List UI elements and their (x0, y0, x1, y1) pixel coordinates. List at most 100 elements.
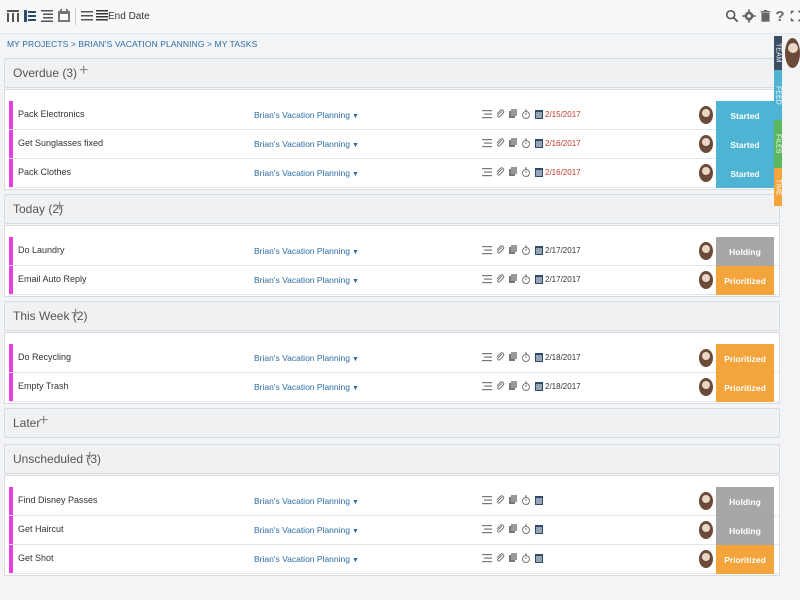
task-name[interactable]: Do Recycling (18, 352, 71, 362)
subtasks-icon[interactable] (482, 381, 492, 391)
trash-icon[interactable] (757, 8, 773, 24)
task-name[interactable]: Get Shot (18, 553, 54, 563)
calendar-icon[interactable] (534, 167, 544, 177)
task-row[interactable]: Find Disney Passes Brian's Vacation Plann… (9, 487, 779, 516)
status-badge[interactable]: Prioritized (716, 373, 774, 402)
assignee-avatar[interactable] (699, 550, 713, 568)
assignee-avatar[interactable] (699, 106, 713, 124)
task-name[interactable]: Empty Trash (18, 381, 69, 391)
status-badge[interactable]: Prioritized (716, 545, 774, 574)
timer-icon[interactable] (521, 245, 531, 255)
attachment-icon[interactable] (495, 274, 505, 284)
task-name[interactable]: Get Haircut (18, 524, 64, 534)
section-header[interactable]: Unscheduled (3) + (4, 444, 780, 474)
assignee-avatar[interactable] (699, 271, 713, 289)
attachment-icon[interactable] (495, 109, 505, 119)
assignee-avatar[interactable] (699, 378, 713, 396)
project-dropdown[interactable]: Brian's Vacation Planning ▼ (254, 275, 359, 285)
breadcrumb-my-tasks[interactable]: MY TASKS (215, 39, 258, 49)
breadcrumb-my-projects[interactable]: MY PROJECTS (7, 39, 68, 49)
attachment-icon[interactable] (495, 495, 505, 505)
notes-icon[interactable] (508, 381, 518, 391)
due-date[interactable]: 2/15/2017 (545, 110, 581, 119)
timer-icon[interactable] (521, 109, 531, 119)
subtasks-icon[interactable] (482, 352, 492, 362)
status-badge[interactable]: Prioritized (716, 266, 774, 295)
project-dropdown[interactable]: Brian's Vacation Planning ▼ (254, 110, 359, 120)
timer-icon[interactable] (521, 381, 531, 391)
subtasks-icon[interactable] (482, 167, 492, 177)
task-row[interactable]: Do Laundry Brian's Vacation Planning ▼ 2/17… (9, 237, 779, 266)
notes-icon[interactable] (508, 245, 518, 255)
list-view-icon[interactable] (22, 9, 38, 23)
calendar-icon[interactable] (534, 495, 544, 505)
attachment-icon[interactable] (495, 138, 505, 148)
status-badge[interactable]: Started (716, 159, 774, 188)
notes-icon[interactable] (508, 352, 518, 362)
timer-icon[interactable] (521, 524, 531, 534)
project-dropdown[interactable]: Brian's Vacation Planning ▼ (254, 168, 359, 178)
notes-icon[interactable] (508, 138, 518, 148)
due-date[interactable]: 2/18/2017 (545, 382, 581, 391)
assignee-avatar[interactable] (699, 521, 713, 539)
task-row[interactable]: Email Auto Reply Brian's Vacation Plannin… (9, 266, 779, 295)
task-row[interactable]: Pack Electronics Brian's Vacation Plannin… (9, 101, 779, 130)
sort-label[interactable]: End Date (108, 11, 150, 22)
user-avatar[interactable] (785, 38, 800, 68)
status-badge[interactable]: Started (716, 101, 774, 130)
task-name[interactable]: Pack Clothes (18, 167, 71, 177)
timer-icon[interactable] (521, 495, 531, 505)
section-header[interactable]: Later + (4, 408, 780, 438)
add-task-button[interactable]: + (39, 413, 48, 429)
task-name[interactable]: Do Laundry (18, 245, 65, 255)
tab-team[interactable]: TEAM (774, 36, 782, 70)
section-header[interactable]: This Week (2) + (4, 301, 780, 331)
add-task-button[interactable]: + (85, 449, 94, 465)
tab-files[interactable]: FILES (774, 120, 782, 168)
notes-icon[interactable] (508, 553, 518, 563)
expand-icon[interactable] (788, 8, 800, 24)
group-view-icon[interactable] (79, 9, 95, 23)
due-date[interactable]: 2/17/2017 (545, 246, 581, 255)
timer-icon[interactable] (521, 352, 531, 362)
notes-icon[interactable] (508, 109, 518, 119)
timer-icon[interactable] (521, 274, 531, 284)
subtasks-icon[interactable] (482, 524, 492, 534)
task-row[interactable]: Empty Trash Brian's Vacation Planning ▼ 2/1… (9, 373, 779, 402)
calendar-view-icon[interactable] (56, 9, 72, 23)
attachment-icon[interactable] (495, 167, 505, 177)
timer-icon[interactable] (521, 138, 531, 148)
calendar-icon[interactable] (534, 381, 544, 391)
calendar-icon[interactable] (534, 109, 544, 119)
timer-icon[interactable] (521, 167, 531, 177)
section-header[interactable]: Today (2) + (4, 194, 780, 224)
notes-icon[interactable] (508, 274, 518, 284)
subtasks-icon[interactable] (482, 553, 492, 563)
outline-view-icon[interactable] (39, 9, 55, 23)
subtasks-icon[interactable] (482, 245, 492, 255)
status-badge[interactable]: Prioritized (716, 344, 774, 373)
attachment-icon[interactable] (495, 553, 505, 563)
task-row[interactable]: Pack Clothes Brian's Vacation Planning ▼ 2/… (9, 159, 779, 188)
attachment-icon[interactable] (495, 352, 505, 362)
add-task-button[interactable]: + (55, 199, 64, 215)
gear-icon[interactable] (741, 8, 757, 24)
assignee-avatar[interactable] (699, 135, 713, 153)
add-task-button[interactable]: + (71, 306, 80, 322)
calendar-icon[interactable] (534, 245, 544, 255)
subtasks-icon[interactable] (482, 495, 492, 505)
help-icon[interactable]: ? (772, 8, 788, 25)
attachment-icon[interactable] (495, 524, 505, 534)
project-dropdown[interactable]: Brian's Vacation Planning ▼ (254, 382, 359, 392)
assignee-avatar[interactable] (699, 242, 713, 260)
calendar-icon[interactable] (534, 274, 544, 284)
project-dropdown[interactable]: Brian's Vacation Planning ▼ (254, 496, 359, 506)
notes-icon[interactable] (508, 524, 518, 534)
assignee-avatar[interactable] (699, 492, 713, 510)
project-dropdown[interactable]: Brian's Vacation Planning ▼ (254, 554, 359, 564)
tab-time[interactable]: TIME (774, 168, 782, 206)
assignee-avatar[interactable] (699, 349, 713, 367)
task-row[interactable]: Get Haircut Brian's Vacation Planning ▼ Hol… (9, 516, 779, 545)
calendar-icon[interactable] (534, 553, 544, 563)
breadcrumb-project[interactable]: BRIAN'S VACATION PLANNING (78, 39, 204, 49)
